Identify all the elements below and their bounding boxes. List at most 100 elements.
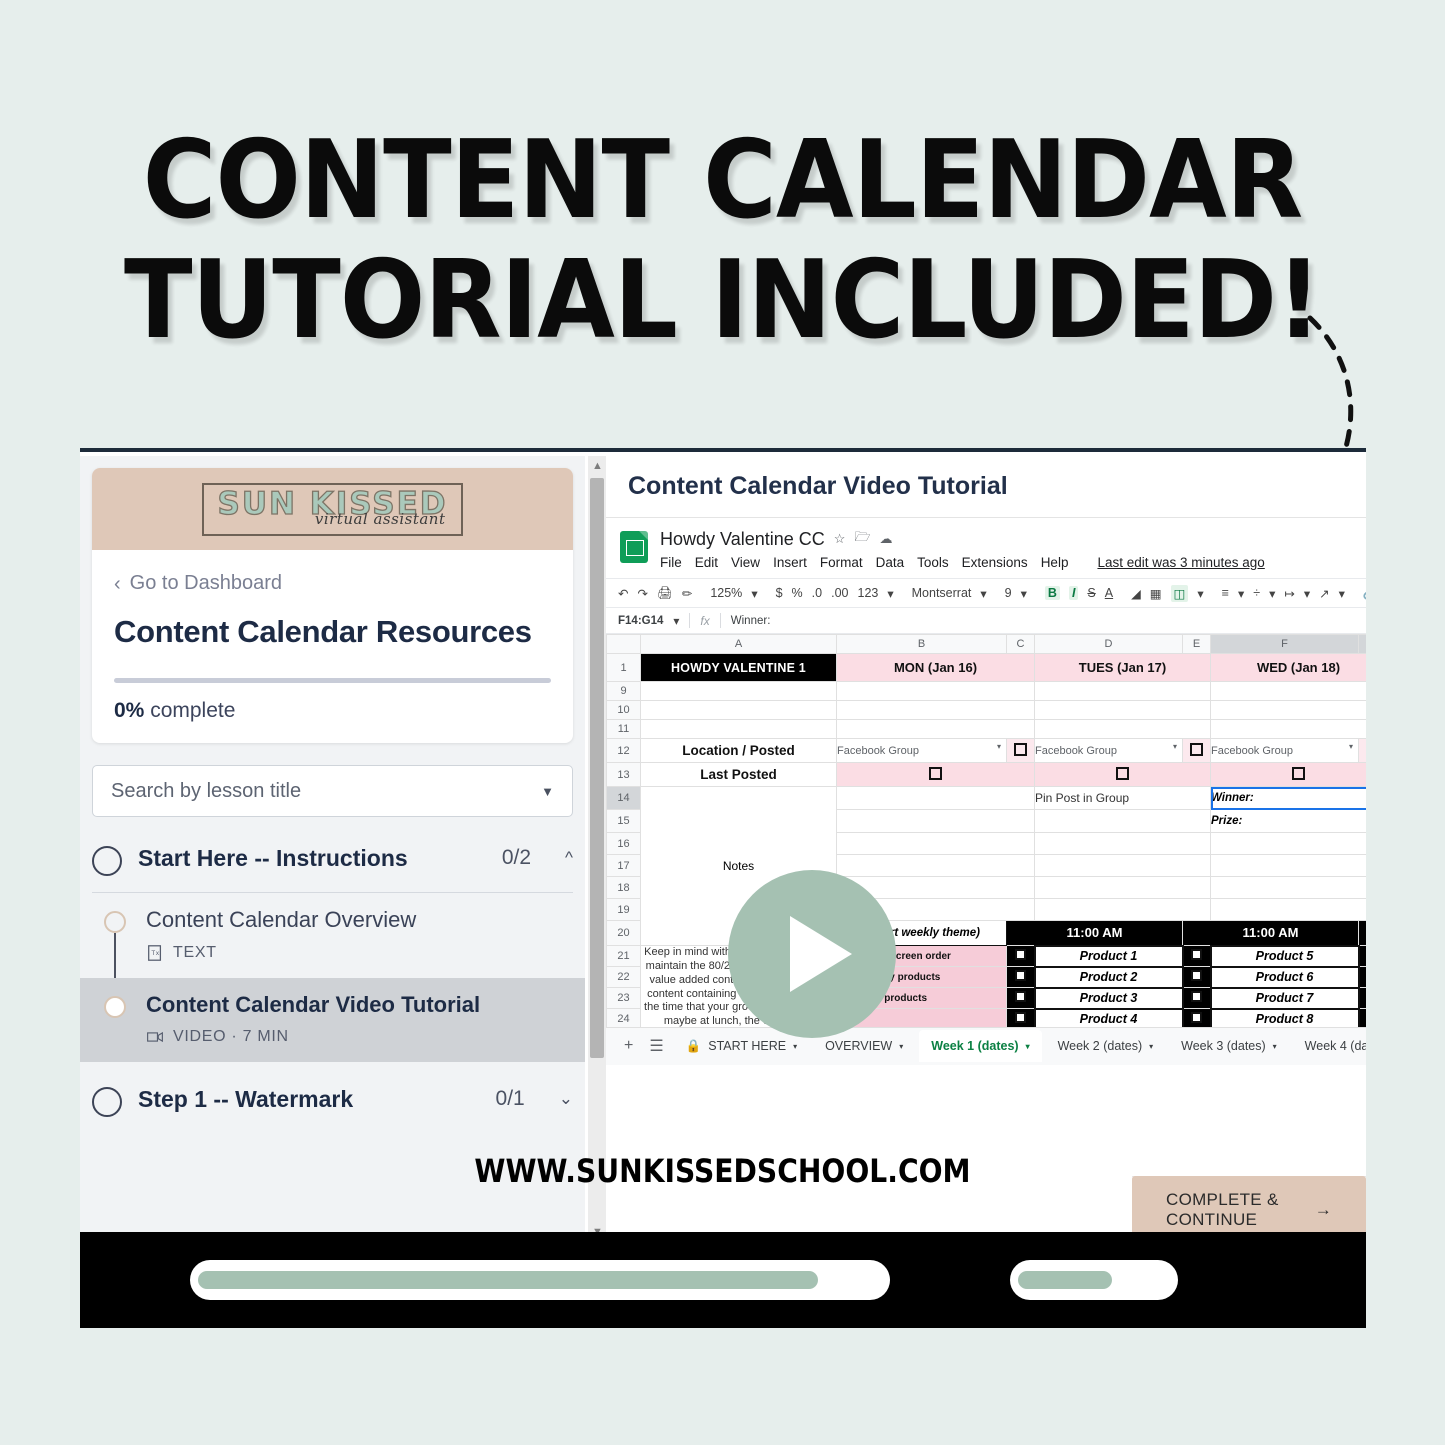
undo-icon[interactable]: ↶ <box>618 586 628 601</box>
cell-b14[interactable] <box>836 786 1035 810</box>
column-header-e[interactable]: E <box>1182 634 1211 654</box>
go-to-dashboard-link[interactable]: ‹ Go to Dashboard <box>114 572 551 595</box>
row-header-15[interactable]: 15 <box>606 809 641 833</box>
cell[interactable] <box>836 854 1035 877</box>
cell[interactable] <box>836 681 1035 701</box>
fill-color-icon[interactable]: ◢ <box>1131 586 1141 601</box>
redo-icon[interactable]: ↷ <box>637 586 647 601</box>
cell[interactable] <box>1210 898 1366 921</box>
cell-d21-product[interactable]: Product 1 <box>1033 944 1184 968</box>
percent-format-icon[interactable]: % <box>792 586 803 600</box>
strikethrough-button[interactable]: S <box>1087 586 1095 600</box>
menu-view[interactable]: View <box>731 555 760 570</box>
checkbox-icon[interactable] <box>1014 970 1026 981</box>
cell-d12-dropdown[interactable]: Facebook Group ▾ <box>1034 738 1183 763</box>
cell[interactable] <box>1034 854 1211 877</box>
cell[interactable] <box>1034 876 1211 899</box>
section-step-1-watermark[interactable]: Step 1 -- Watermark 0/1 ⌄ <box>92 1084 573 1133</box>
lesson-content-calendar-video-tutorial[interactable]: Content Calendar Video Tutorial VIDEO · … <box>80 977 585 1062</box>
cell-d14-pin-post[interactable]: Pin Post in Group <box>1034 786 1211 810</box>
chevron-down-icon[interactable]: ⌄ <box>559 1089 573 1109</box>
cell-f12-dropdown[interactable]: Facebook Group ▾ <box>1210 738 1359 763</box>
column-header-d[interactable]: D <box>1034 634 1183 654</box>
cell-reference[interactable]: F14:G14 <box>618 615 663 627</box>
cell-e23-checkbox[interactable] <box>1182 987 1211 1009</box>
row-header-10[interactable]: 10 <box>606 700 641 720</box>
last-edit-label[interactable]: Last edit was 3 minutes ago <box>1097 555 1264 570</box>
row-header-23[interactable]: 23 <box>606 987 641 1009</box>
menu-insert[interactable]: Insert <box>773 555 807 570</box>
row-header-17[interactable]: 17 <box>606 854 641 877</box>
checkbox-icon[interactable] <box>1191 970 1202 981</box>
menu-help[interactable]: Help <box>1041 555 1069 570</box>
row-header-12[interactable]: 12 <box>606 738 641 763</box>
row-header-21[interactable]: 21 <box>606 945 641 967</box>
checkbox-icon[interactable] <box>1190 742 1203 756</box>
cell-f14-winner[interactable]: Winner: <box>1210 786 1366 810</box>
scrollbar-thumb[interactable] <box>590 478 604 1058</box>
cell[interactable] <box>836 832 1035 855</box>
cell-g20-time[interactable]: 11:00 AM <box>1358 920 1366 946</box>
cell-a12-location-posted[interactable]: Location / Posted <box>640 738 837 763</box>
cell-f13-checkbox[interactable] <box>1210 762 1366 787</box>
cell-c21-checkbox[interactable] <box>1006 945 1035 967</box>
cell-d1-tues[interactable]: TUES (Jan 17) <box>1034 653 1211 682</box>
cell-f1-wed[interactable]: WED (Jan 18) <box>1210 653 1366 682</box>
paint-format-icon[interactable]: ✏ <box>682 586 692 601</box>
zoom-caret-icon[interactable]: ▾ <box>751 586 757 601</box>
cell[interactable] <box>1034 681 1211 701</box>
cell[interactable] <box>1034 700 1211 720</box>
sheet-tab-week-1[interactable]: Week 1 (dates) ▾ <box>919 1030 1042 1062</box>
sheet-tab-week-3[interactable]: Week 3 (dates) ▾ <box>1169 1030 1289 1062</box>
checkbox-icon[interactable] <box>1191 949 1202 960</box>
cell-b12-dropdown[interactable]: Facebook Group ▾ <box>836 738 1007 763</box>
cell-g23-checkbox[interactable] <box>1358 987 1366 1009</box>
increase-decimal-icon[interactable]: .00 <box>831 586 848 600</box>
cell[interactable] <box>1210 681 1366 701</box>
cell[interactable] <box>836 719 1035 739</box>
menu-data[interactable]: Data <box>876 555 905 570</box>
cell[interactable] <box>640 681 837 701</box>
scroll-up-arrow-icon[interactable]: ▲ <box>592 460 603 472</box>
sidebar-scrollbar[interactable]: ▲ ▼ <box>588 456 606 1238</box>
cell[interactable] <box>640 719 837 739</box>
cell-b1-mon[interactable]: MON (Jan 16) <box>836 653 1035 682</box>
cell-b15[interactable] <box>836 809 1035 833</box>
checkbox-icon[interactable] <box>1014 1012 1026 1023</box>
menu-file[interactable]: File <box>660 555 682 570</box>
cell[interactable] <box>1034 719 1211 739</box>
spreadsheet-grid[interactable]: A B C D E F G H 1 HOWDY VALENTINE 1 MON … <box>606 634 1366 1031</box>
more-formats-label[interactable]: 123 <box>858 586 879 600</box>
cell-c12-checkbox[interactable] <box>1006 738 1035 763</box>
chevron-down-icon[interactable]: ▾ <box>899 1042 903 1051</box>
text-wrap-icon[interactable]: ↦ <box>1284 586 1294 601</box>
font-family-select[interactable]: Montserrat <box>912 586 972 600</box>
section-complete-radio[interactable] <box>92 846 122 877</box>
row-header-16[interactable]: 16 <box>606 832 641 855</box>
cell-e21-checkbox[interactable] <box>1182 945 1211 967</box>
row-header-22[interactable]: 22 <box>606 966 641 988</box>
checkbox-icon[interactable] <box>1292 766 1305 780</box>
row-header-9[interactable]: 9 <box>606 681 641 701</box>
checkbox-icon[interactable] <box>1116 766 1129 780</box>
borders-icon[interactable]: ▦ <box>1150 586 1162 601</box>
cell-d15[interactable] <box>1034 809 1211 833</box>
row-header-18[interactable]: 18 <box>606 876 641 899</box>
chevron-down-icon[interactable]: ▾ <box>1149 1042 1153 1051</box>
menu-tools[interactable]: Tools <box>917 555 949 570</box>
cell[interactable] <box>1210 832 1366 855</box>
row-header-1[interactable]: 1 <box>606 653 641 682</box>
chevron-down-icon[interactable]: ▾ <box>1273 1042 1277 1051</box>
menu-edit[interactable]: Edit <box>695 555 718 570</box>
cell[interactable] <box>640 700 837 720</box>
checkbox-icon[interactable] <box>1014 949 1026 960</box>
checkbox-icon[interactable] <box>1014 742 1027 756</box>
cell[interactable] <box>1210 876 1366 899</box>
column-header-a[interactable]: A <box>640 634 837 654</box>
row-header-11[interactable]: 11 <box>606 719 641 739</box>
video-play-button[interactable] <box>728 870 896 1038</box>
cell-c20-time[interactable]: 11:00 AM <box>1006 920 1183 946</box>
cell-f15-prize[interactable]: Prize: <box>1210 809 1366 833</box>
chevron-down-icon[interactable]: ▾ <box>1026 1042 1030 1051</box>
search-input[interactable]: Search by lesson title ▼ <box>92 765 573 818</box>
